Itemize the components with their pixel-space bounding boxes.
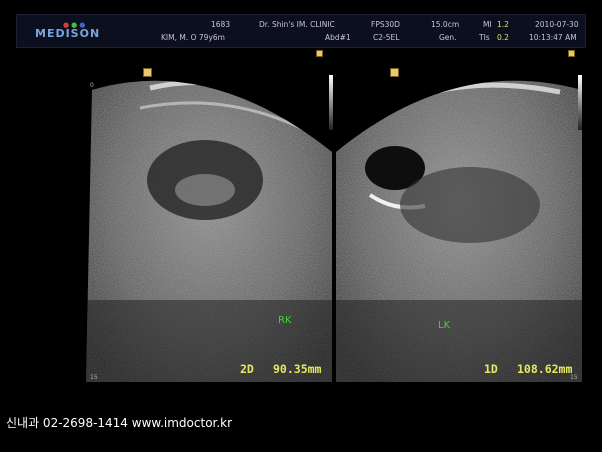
left-organ-label: RK xyxy=(278,315,292,326)
left-kidney-scan xyxy=(86,80,332,382)
top-marker-right xyxy=(568,50,575,57)
clinic-footer: 신내과 02-2698-1414 www.imdoctor.kr xyxy=(6,416,233,430)
right-measure-id: 1D xyxy=(484,362,498,376)
left-orientation-marker xyxy=(143,68,152,77)
left-depth-tick-top: 0 xyxy=(90,82,94,89)
ultrasound-images xyxy=(86,80,582,382)
right-orientation-marker xyxy=(390,68,399,77)
left-grayscale-bar xyxy=(329,75,333,130)
right-organ-label: LK xyxy=(438,320,451,331)
top-marker xyxy=(316,50,323,57)
left-measure-id: 2D xyxy=(240,362,254,376)
right-grayscale-bar xyxy=(578,75,582,130)
right-measure-value: 108.62mm xyxy=(517,362,573,376)
left-measure-value: 90.35mm xyxy=(273,362,322,376)
left-depth-tick-bottom: 15 xyxy=(90,374,98,381)
right-kidney-scan xyxy=(336,80,582,382)
